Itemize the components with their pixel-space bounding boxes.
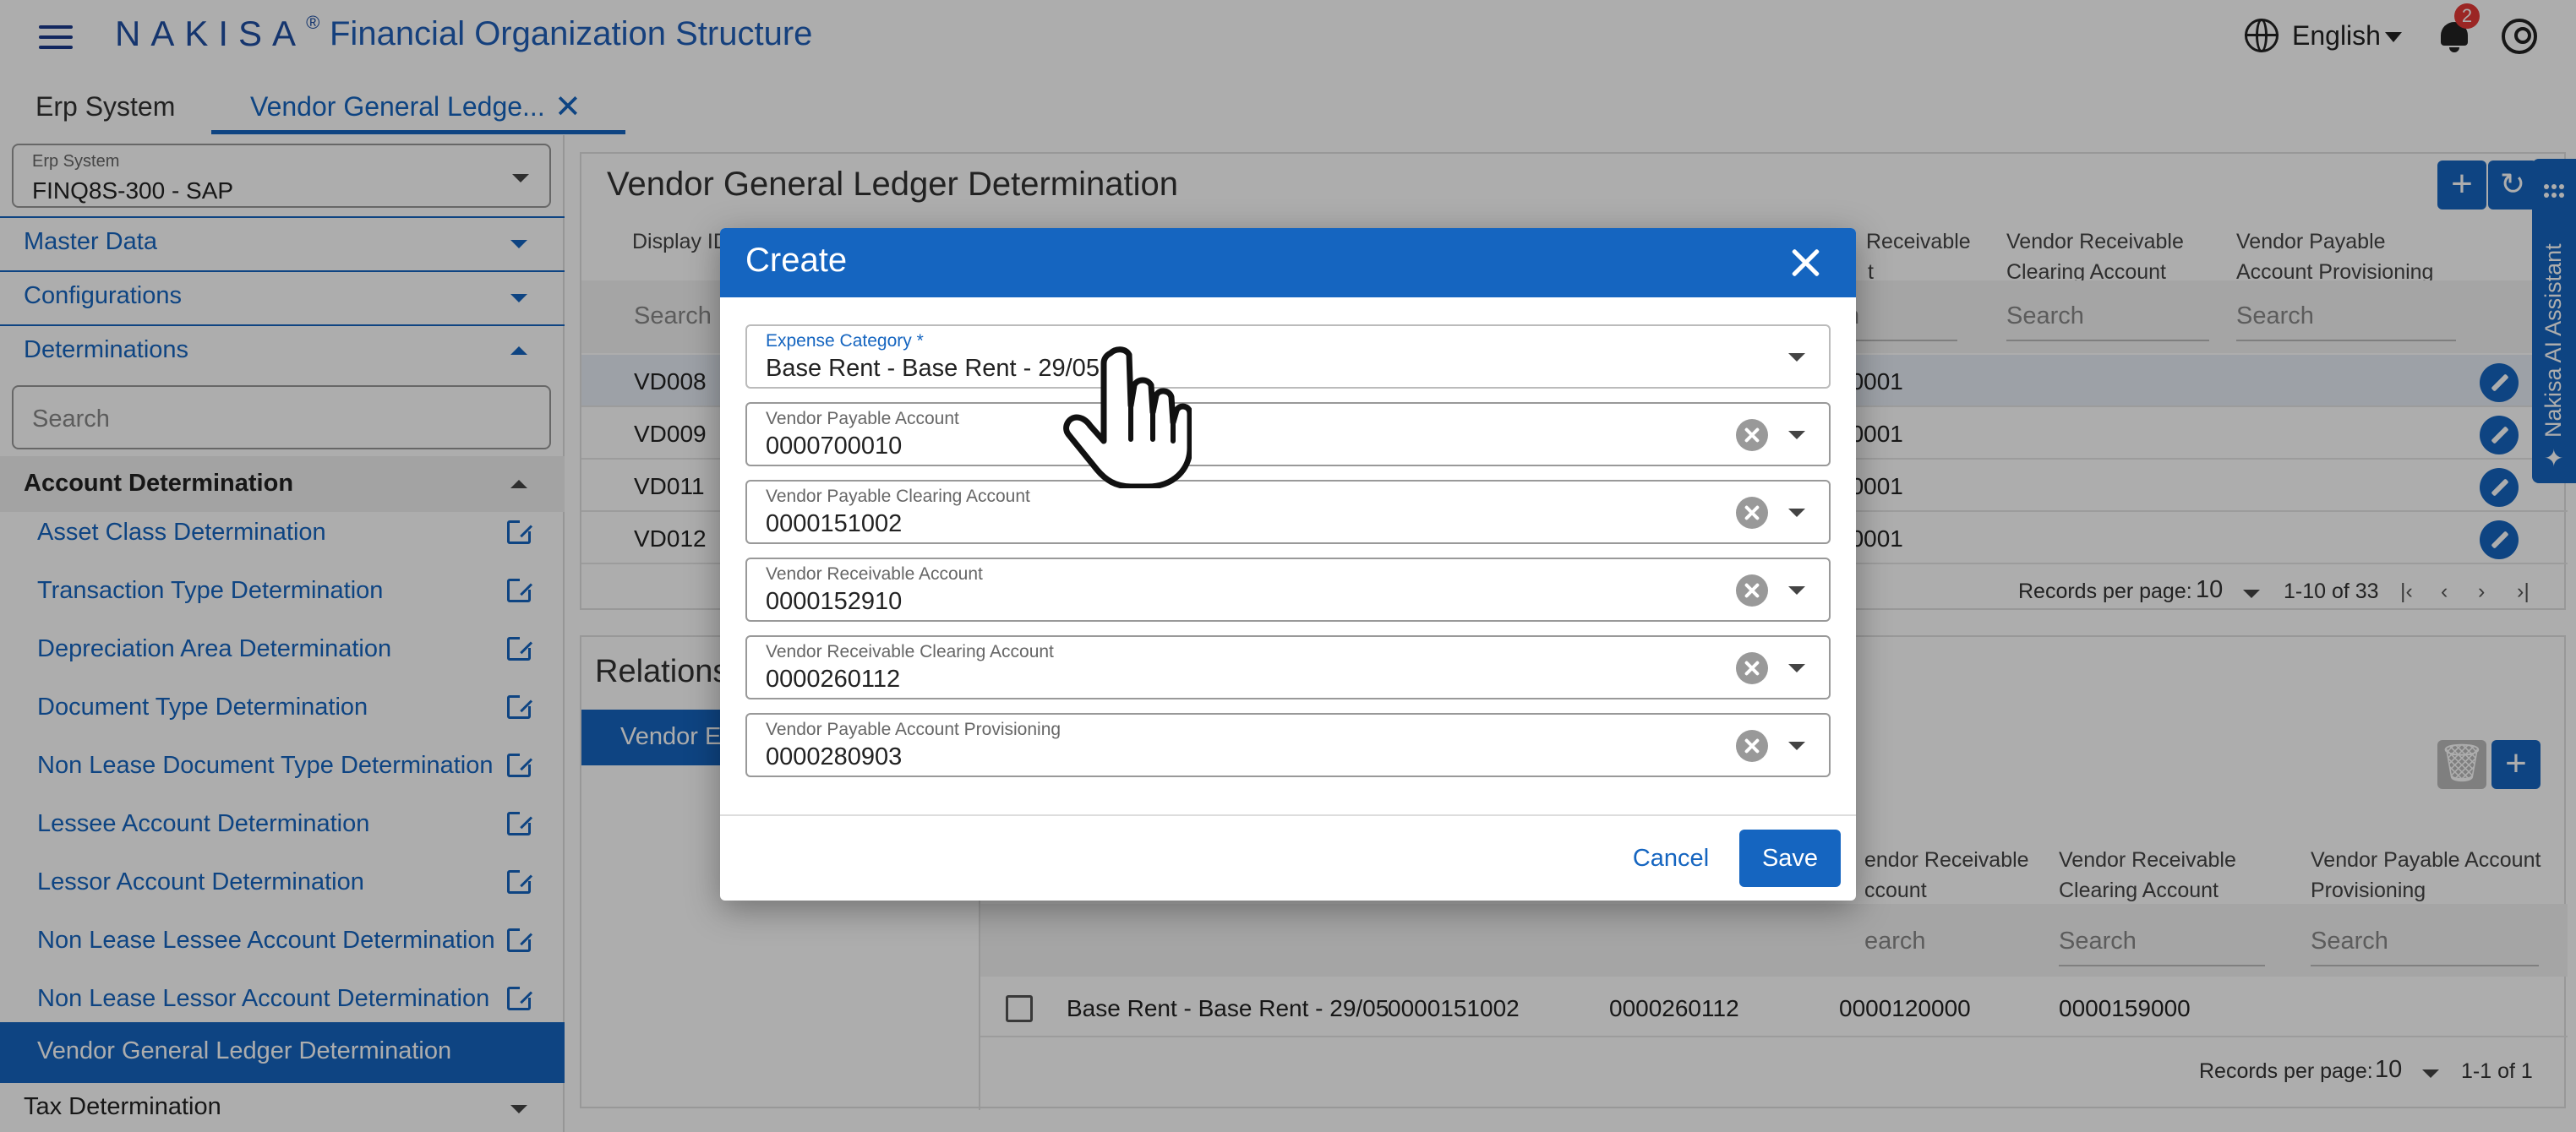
cancel-button[interactable]: Cancel [1624,836,1717,880]
field-value: 0000260112 [766,666,901,693]
clear-icon[interactable] [1736,419,1768,451]
hand-pointer-icon [1063,346,1192,488]
clear-icon[interactable] [1736,497,1768,529]
vendor-payable-clearing-account-select[interactable]: Vendor Payable Clearing Account 00001510… [745,480,1831,544]
chevron-down-icon[interactable] [1788,664,1805,672]
dialog-header: Create [720,228,1856,297]
field-label: Vendor Payable Clearing Account [766,487,1030,506]
clear-icon[interactable] [1736,574,1768,607]
field-label: Vendor Payable Account Provisioning [766,720,1062,739]
chevron-down-icon[interactable] [1788,353,1805,362]
vendor-receivable-clearing-account-select[interactable]: Vendor Receivable Clearing Account 00002… [745,635,1831,699]
clear-icon[interactable] [1736,652,1768,684]
field-label: Vendor Receivable Account [766,564,983,584]
chevron-down-icon[interactable] [1788,509,1805,517]
chevron-down-icon[interactable] [1788,742,1805,750]
field-value: 0000152910 [766,588,903,615]
dialog-title: Create [745,242,848,279]
clear-icon[interactable] [1736,730,1768,762]
vendor-receivable-account-select[interactable]: Vendor Receivable Account 0000152910 [745,558,1831,622]
close-icon[interactable] [1790,247,1820,277]
expense-category-select[interactable]: Expense Category * Base Rent - Base Rent… [745,324,1831,389]
vendor-payable-account-select[interactable]: Vendor Payable Account 0000700010 [745,402,1831,466]
dialog-divider [720,814,1856,816]
field-value: Base Rent - Base Rent - 29/05 [766,355,1100,382]
create-dialog: Create Expense Category * Base Rent - Ba… [720,228,1856,901]
field-label: Expense Category * [766,331,924,351]
save-button[interactable]: Save [1739,830,1841,887]
field-label: Vendor Receivable Clearing Account [766,642,1054,661]
field-value: 0000151002 [766,510,903,537]
vendor-payable-account-provisioning-select[interactable]: Vendor Payable Account Provisioning 0000… [745,713,1831,777]
chevron-down-icon[interactable] [1788,431,1805,439]
field-label: Vendor Payable Account [766,409,959,428]
field-value: 0000700010 [766,433,903,460]
chevron-down-icon[interactable] [1788,586,1805,595]
field-value: 0000280903 [766,743,903,770]
